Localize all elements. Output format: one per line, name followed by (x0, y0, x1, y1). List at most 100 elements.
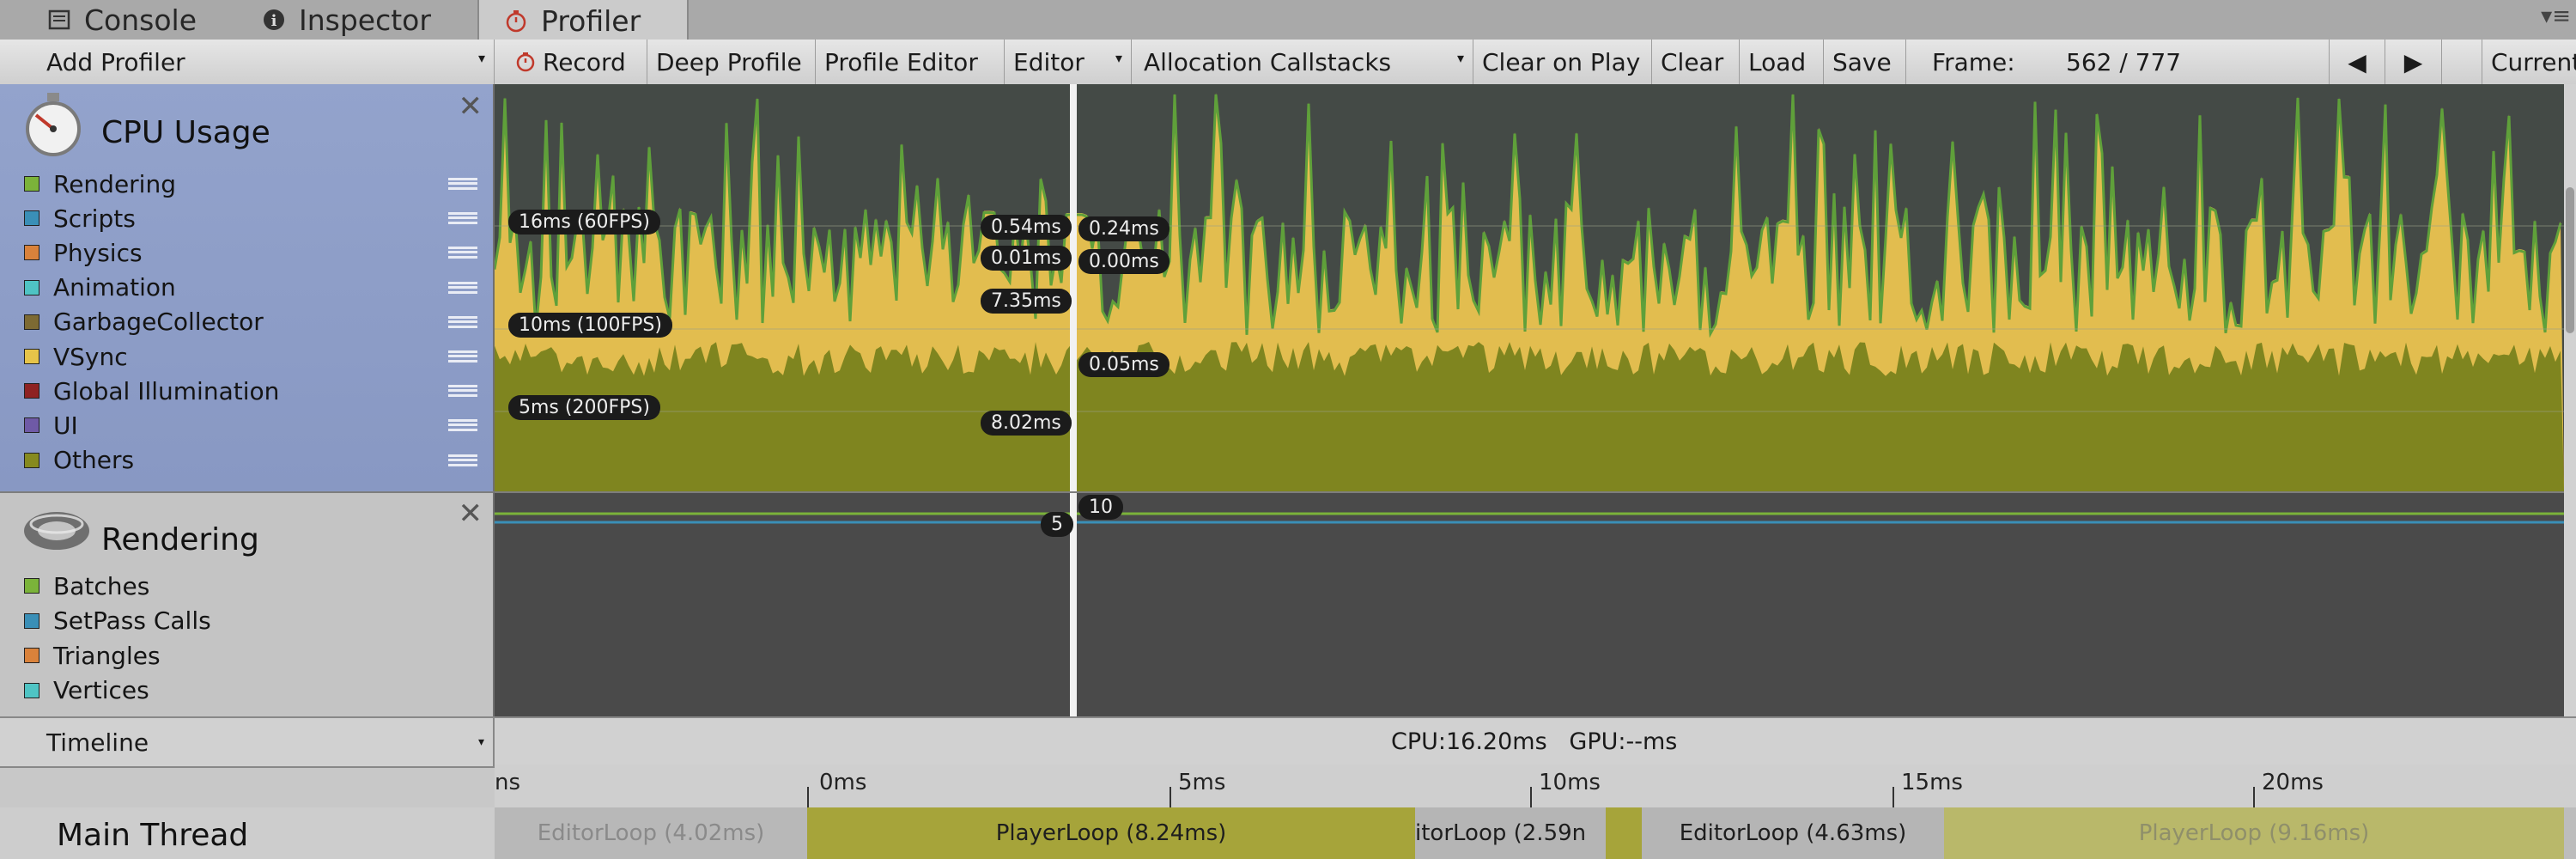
save-label: Save (1832, 47, 1892, 76)
legend-label: Rendering (53, 169, 176, 198)
timeline-sample-bar[interactable]: PlayerLoop (8.24ms) (807, 807, 1415, 859)
tab-profiler[interactable]: Profiler (477, 0, 689, 41)
svg-text:i: i (271, 12, 277, 30)
record-button[interactable]: Record (507, 40, 647, 84)
arrow-left-icon: ◀ (2348, 47, 2366, 76)
timeline-gap-bar[interactable] (1606, 807, 1642, 859)
legend-label: Vertices (53, 676, 149, 704)
ruler-label: 15ms (1901, 770, 1963, 795)
close-icon[interactable]: ✕ (459, 89, 483, 124)
timeline-sample-label: EditorLoop (4.63ms) (1679, 820, 1907, 846)
reorder-handle-icon[interactable] (448, 178, 477, 190)
tab-console[interactable]: Console (46, 0, 197, 40)
time-ruler[interactable]: ns 0ms 5ms 10ms 15ms 20ms (495, 765, 2576, 809)
reorder-handle-icon[interactable] (448, 350, 477, 362)
profile-editor-button[interactable]: Profile Editor (816, 40, 1005, 84)
legend-swatch[interactable] (24, 682, 39, 698)
legend-swatch[interactable] (24, 578, 39, 594)
legend-item[interactable]: SetPass Calls (24, 604, 488, 638)
legend-item[interactable]: Global Illumination (24, 374, 488, 408)
legend-label: UI (53, 411, 78, 440)
arrow-right-icon: ▶ (2403, 47, 2423, 76)
legend-item[interactable]: Scripts (24, 201, 488, 235)
legend-item[interactable]: Vertices (24, 673, 488, 708)
main-thread-timeline[interactable]: EditorLoop (4.02ms) PlayerLoop (8.24ms) … (495, 807, 2576, 859)
clear-button[interactable]: Clear (1652, 40, 1740, 84)
legend-label: Animation (53, 273, 176, 302)
editor-label: Editor (1013, 47, 1084, 76)
legend-item[interactable]: Physics (24, 235, 488, 270)
load-button[interactable]: Load (1740, 40, 1824, 84)
current-frame-button[interactable]: Current (2482, 40, 2576, 84)
prev-frame-button[interactable]: ◀ (2329, 40, 2385, 84)
legend-item[interactable]: Animation (24, 271, 488, 305)
legend-item[interactable]: Triangles (24, 638, 488, 673)
legend-item[interactable]: Others (24, 443, 488, 478)
next-frame-button[interactable]: ▶ (2385, 40, 2442, 84)
legend-swatch[interactable] (24, 245, 39, 261)
cpu-gpu-time: CPU:16.20ms GPU:--ms (1391, 728, 1678, 755)
editor-dropdown[interactable]: Editor ▾ (1005, 40, 1132, 84)
timeline-sample-bar[interactable]: EditorLoop (4.63ms) (1642, 807, 1944, 859)
scrollbar-thumb[interactable] (2566, 187, 2574, 333)
frame-cursor (1070, 84, 1077, 491)
rendering-value-right: 10 (1078, 495, 1123, 520)
reorder-handle-icon[interactable] (448, 385, 477, 398)
frame-counter-text: 562 / 777 (2066, 47, 2182, 76)
rendering-title: Rendering (101, 522, 259, 557)
record-icon (515, 52, 536, 72)
add-profiler-dropdown[interactable]: Add Profiler ▾ (0, 40, 495, 84)
rendering-panel[interactable]: Rendering ✕ Batches SetPass Calls Triangle… (0, 491, 495, 716)
legend-item[interactable]: Rendering (24, 167, 488, 201)
allocation-callstacks-dropdown[interactable]: Allocation Callstacks ▾ (1132, 40, 1473, 84)
legend-label: Scripts (53, 204, 136, 233)
reorder-handle-icon[interactable] (448, 281, 477, 294)
timeline-sample-bar[interactable]: itorLoop (2.59n (1415, 807, 1606, 859)
legend-label: Triangles (53, 641, 161, 670)
dropdown-arrow-icon: ▾ (477, 50, 485, 66)
view-mode-label: Timeline (46, 728, 149, 757)
cpu-value-right: 0.05ms (1078, 352, 1170, 377)
fps-label-200: 5ms (200FPS) (508, 395, 660, 420)
legend-swatch[interactable] (24, 349, 39, 364)
close-icon[interactable]: ✕ (459, 497, 483, 531)
timeline-sample-bar[interactable]: PlayerLoop (9.16ms) (1944, 807, 2564, 859)
tab-inspector[interactable]: i Inspector (261, 0, 431, 40)
save-button[interactable]: Save (1824, 40, 1906, 84)
timeline-sample-label: itorLoop (2.59n (1415, 820, 1587, 846)
legend-swatch[interactable] (24, 612, 39, 629)
legend-label: SetPass Calls (53, 606, 211, 635)
legend-item[interactable]: GarbageCollector (24, 305, 488, 339)
tab-label: Profiler (541, 3, 641, 38)
console-icon (46, 7, 72, 33)
tab-label: Console (84, 3, 197, 37)
legend-swatch[interactable] (24, 417, 39, 434)
deep-profile-button[interactable]: Deep Profile (647, 40, 816, 84)
cpu-usage-panel[interactable]: CPU Usage ✕ Rendering Scripts Physics Anima… (0, 84, 495, 491)
ruler-tick (1893, 787, 1894, 807)
legend-swatch[interactable] (24, 279, 39, 295)
reorder-handle-icon[interactable] (448, 212, 477, 225)
reorder-handle-icon[interactable] (448, 315, 477, 328)
legend-item[interactable]: UI (24, 408, 488, 442)
legend-swatch[interactable] (24, 176, 39, 192)
clear-on-play-label: Clear on Play (1482, 47, 1641, 76)
rendering-graph[interactable]: 5 10 (495, 491, 2576, 716)
legend-swatch[interactable] (24, 314, 39, 330)
reorder-handle-icon[interactable] (448, 247, 477, 259)
reorder-handle-icon[interactable] (448, 419, 477, 432)
legend-swatch[interactable] (24, 383, 39, 399)
reorder-handle-icon[interactable] (448, 454, 477, 466)
cpu-usage-graph[interactable]: 16ms (60FPS) 10ms (100FPS) 5ms (200FPS) … (495, 84, 2576, 491)
vertical-scrollbar[interactable] (2564, 84, 2576, 716)
legend-swatch[interactable] (24, 648, 39, 663)
menu-icon[interactable]: ▾≡ (2541, 3, 2571, 29)
view-mode-dropdown[interactable]: Timeline ▾ (0, 718, 495, 766)
legend-item[interactable]: Batches (24, 569, 488, 603)
legend-swatch[interactable] (24, 210, 39, 227)
tab-label: Inspector (299, 3, 431, 37)
legend-item[interactable]: VSync (24, 339, 488, 374)
legend-swatch[interactable] (24, 452, 39, 468)
clear-on-play-button[interactable]: Clear on Play (1473, 40, 1652, 84)
timeline-sample-bar[interactable]: EditorLoop (4.02ms) (495, 807, 807, 859)
